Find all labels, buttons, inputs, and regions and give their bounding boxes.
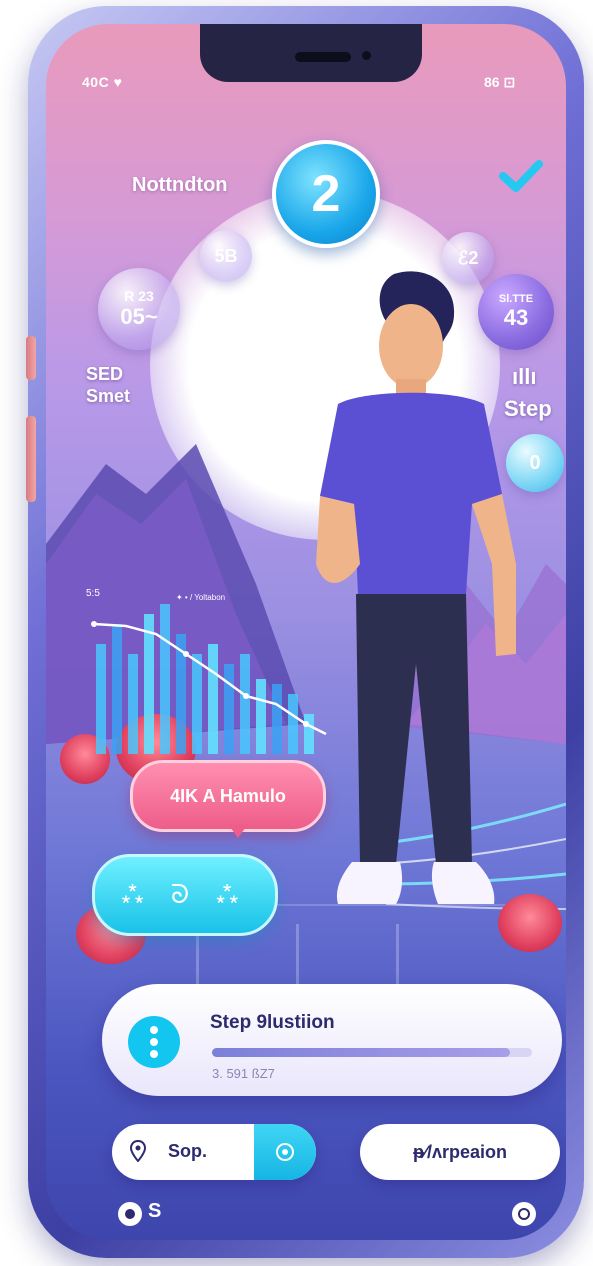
chart-point xyxy=(243,693,249,699)
more-dots-icon[interactable] xyxy=(128,1016,180,1068)
battery-status: 86 ⊡ xyxy=(484,74,516,90)
coach-message-bubble[interactable]: 4IK A Hamulo xyxy=(130,760,326,832)
phone-frame: 40C ♥ 86 ⊡ Nottndton 2 5B ℰ2 R 23 05~ Sl… xyxy=(26,6,584,1258)
chart-bar xyxy=(144,614,154,754)
chart-bar xyxy=(192,654,202,754)
bottom-left-label: S xyxy=(148,1200,162,1222)
chart-bar xyxy=(240,654,250,754)
competition-button[interactable]: ᵽ∕/ʌrpeaion xyxy=(360,1124,560,1180)
volume-button xyxy=(26,336,36,380)
stop-label: Sop. xyxy=(168,1141,207,1161)
step-count-value: 3. 591 ßZ7 xyxy=(212,1066,275,1081)
notification-badge[interactable]: 2 xyxy=(272,140,380,248)
speaker-slot xyxy=(295,52,351,62)
avatar-character xyxy=(316,271,516,904)
chart-point xyxy=(91,621,97,627)
bubble-left-value: 05~ xyxy=(120,304,158,329)
camera-icon[interactable] xyxy=(512,1202,536,1226)
chart-bar xyxy=(224,664,234,754)
step-progress-track xyxy=(212,1048,532,1057)
settings-icon xyxy=(276,1143,294,1161)
camera-notch xyxy=(200,24,422,82)
step-card-title: Step 9lustiion xyxy=(210,1012,335,1033)
step-progress-fill xyxy=(212,1048,510,1057)
bubble-top-left[interactable]: 5B xyxy=(200,230,252,282)
step-progress-card[interactable]: Step 9lustiion 3. 591 ßZ7 xyxy=(102,984,562,1096)
bubble-left-stat[interactable]: R 23 05~ xyxy=(98,268,180,350)
camera-lens xyxy=(362,51,371,60)
chart-bar xyxy=(128,654,138,754)
page-title: Nottndton xyxy=(132,174,228,196)
app-screen: 40C ♥ 86 ⊡ Nottndton 2 5B ℰ2 R 23 05~ Sl… xyxy=(46,24,566,1240)
speech-tail xyxy=(228,824,248,838)
bubble-left-caption: R 23 xyxy=(124,288,154,304)
power-button xyxy=(26,416,36,502)
checkmark-icon[interactable] xyxy=(498,156,544,196)
left-stat-line1: SED xyxy=(86,364,124,384)
settings-icon-button[interactable] xyxy=(254,1124,316,1180)
left-stat-line2: Smet xyxy=(86,386,131,406)
chart-bar xyxy=(160,604,170,754)
chart-bar xyxy=(208,644,218,754)
chart-annotation: ✦ • / Yoltabon xyxy=(176,593,225,602)
stop-button[interactable]: Sop. xyxy=(112,1124,316,1180)
location-pin-icon xyxy=(130,1140,146,1162)
chart-point xyxy=(183,651,189,657)
chart-bar xyxy=(112,624,122,754)
status-time: 40C ♥ xyxy=(82,74,123,90)
chart-y-label: 5:5 xyxy=(86,588,100,599)
chart-bar xyxy=(256,679,266,754)
record-icon[interactable] xyxy=(118,1202,142,1226)
chart-bar xyxy=(96,644,106,754)
activity-action-button[interactable]: ⁂ ᘐ ⁂ xyxy=(92,854,278,936)
